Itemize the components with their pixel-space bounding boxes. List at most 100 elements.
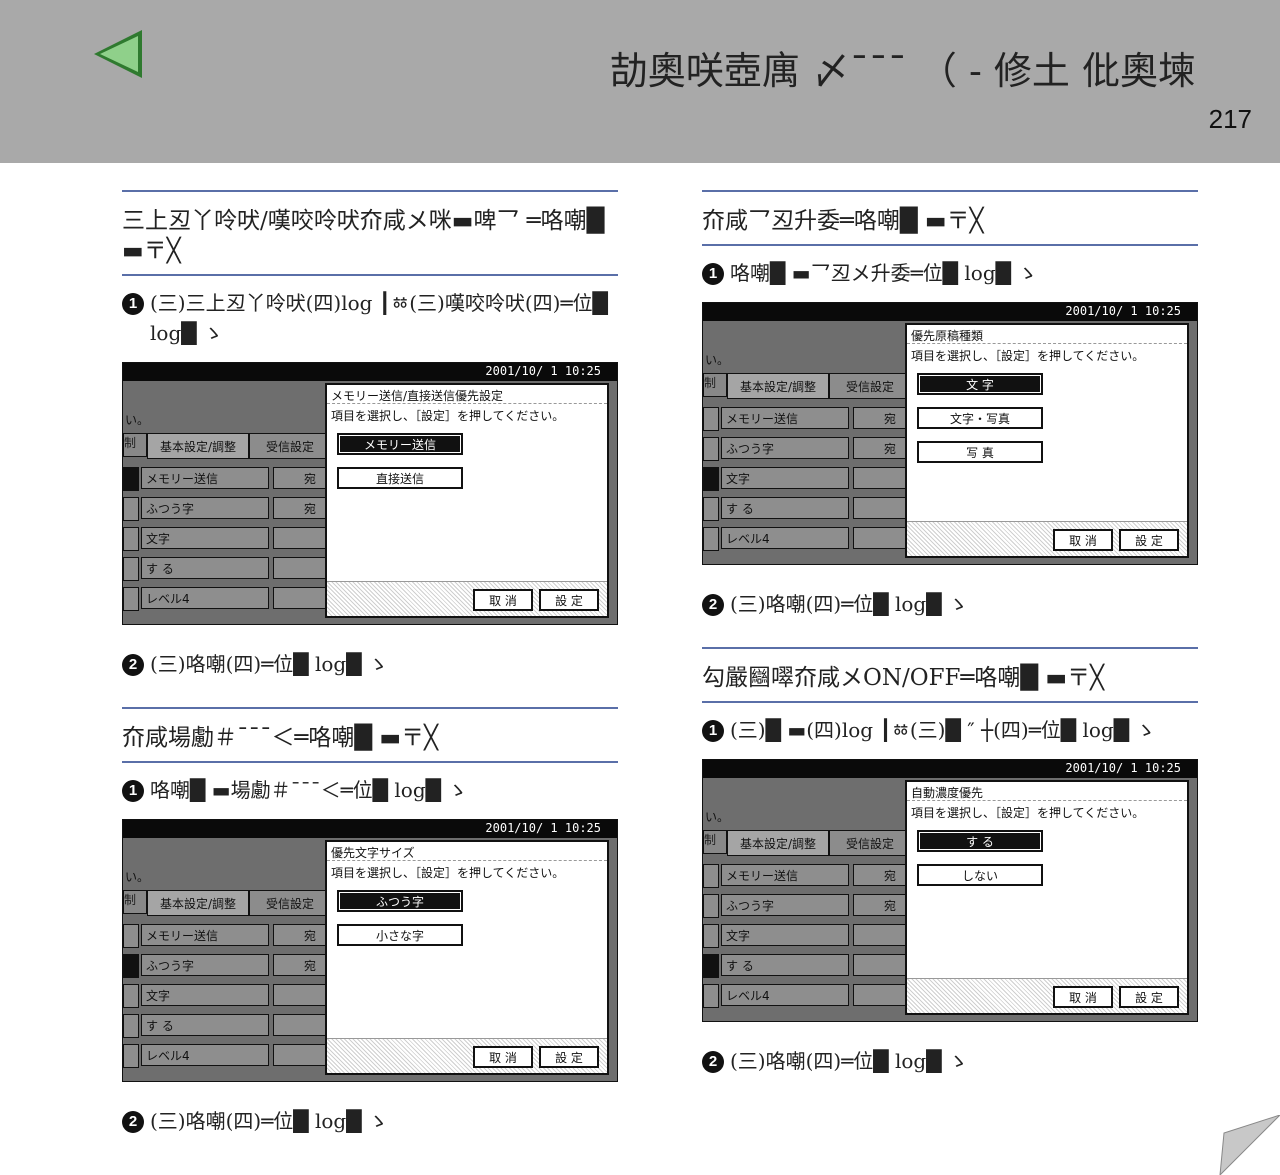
dialog-divider <box>327 403 607 404</box>
setting-value-button[interactable]: 宛 <box>273 924 327 946</box>
setting-row-button[interactable]: す る <box>721 497 849 519</box>
setting-value-button[interactable]: 宛 <box>853 437 907 459</box>
step-1: 1 (三)三上丒丫呤吠(四)log ┃ㆅ(三)嘆咬呤吠(四)═位█ log█ ゝ <box>122 288 618 348</box>
setting-value-button[interactable] <box>853 924 907 946</box>
cancel-button[interactable]: 取 消 <box>1053 529 1113 551</box>
setting-value-button[interactable] <box>853 527 907 549</box>
row-selector[interactable] <box>123 924 139 948</box>
row-selector[interactable] <box>703 407 719 431</box>
row-selector[interactable] <box>123 1014 139 1038</box>
setting-value-button[interactable] <box>273 587 327 609</box>
setting-value-button[interactable] <box>853 497 907 519</box>
dialog-option-button[interactable]: 文字・写真 <box>917 407 1043 429</box>
row-selector[interactable] <box>123 954 139 978</box>
cancel-button[interactable]: 取 消 <box>473 589 533 611</box>
setting-value-button[interactable] <box>273 1044 327 1066</box>
dialog-option-button[interactable]: 写 真 <box>917 441 1043 463</box>
step-text: (三)三上丒丫呤吠(四)log ┃ㆅ(三)嘆咬呤吠(四)═位█ log█ ゝ <box>150 291 608 345</box>
ok-button[interactable]: 設 定 <box>539 589 599 611</box>
row-selector[interactable] <box>123 1044 139 1068</box>
setting-row-button[interactable]: 文字 <box>141 527 269 549</box>
panel-screenshot: 2001/10/ 1 10:25 い。制基本設定/調整 受信設定 メモリー送信宛ふつう… <box>122 819 618 1082</box>
setting-row-button[interactable]: レベル4 <box>721 527 849 549</box>
tab-receive-settings[interactable]: 受信設定 <box>829 830 911 856</box>
dialog-option-button[interactable]: メモリー送信 <box>337 433 463 455</box>
row-selector[interactable] <box>703 954 719 978</box>
section-heading: 夼咸乛丒升委═咯嘲█ ▬〒╳ <box>702 190 1198 246</box>
row-selector[interactable] <box>703 924 719 948</box>
row-selector[interactable] <box>123 497 139 521</box>
row-selector[interactable] <box>123 557 139 581</box>
setting-row-button[interactable]: メモリー送信 <box>141 467 269 489</box>
setting-value-button[interactable] <box>853 954 907 976</box>
setting-value-button[interactable] <box>273 557 327 579</box>
setting-value-button[interactable]: 宛 <box>853 407 907 429</box>
setting-value-button[interactable]: 宛 <box>853 894 907 916</box>
dialog-option-button[interactable]: 直接送信 <box>337 467 463 489</box>
setting-row-button[interactable]: メモリー送信 <box>141 924 269 946</box>
setting-row-button[interactable]: メモリー送信 <box>721 864 849 886</box>
tab-receive-settings[interactable]: 受信設定 <box>249 433 331 459</box>
row-selector[interactable] <box>703 497 719 521</box>
tab-basic-settings[interactable]: 基本設定/調整 <box>727 373 829 399</box>
setting-value-button[interactable] <box>273 527 327 549</box>
row-selector[interactable] <box>703 894 719 918</box>
dialog-option-button[interactable]: す る <box>917 830 1043 852</box>
row-selector[interactable] <box>703 467 719 491</box>
setting-value-button[interactable]: 宛 <box>853 864 907 886</box>
row-selector[interactable] <box>703 984 719 1008</box>
dialog-option-button[interactable]: 文 字 <box>917 373 1043 395</box>
setting-row-button[interactable]: レベル4 <box>141 1044 269 1066</box>
dialog-option-button[interactable]: ふつう字 <box>337 890 463 912</box>
setting-row-button[interactable]: ふつう字 <box>141 954 269 976</box>
ok-button[interactable]: 設 定 <box>1119 986 1179 1008</box>
row-selector[interactable] <box>703 527 719 551</box>
dialog-title: 自動濃度優先 <box>911 786 984 800</box>
ok-button[interactable]: 設 定 <box>1119 529 1179 551</box>
tab-basic-settings[interactable]: 基本設定/調整 <box>147 433 249 459</box>
setting-row-button[interactable]: す る <box>141 1014 269 1036</box>
row-selector[interactable] <box>703 437 719 461</box>
setting-value-button[interactable] <box>853 467 907 489</box>
tab-clipped[interactable]: 制 <box>703 373 727 397</box>
tab-receive-settings[interactable]: 受信設定 <box>829 373 911 399</box>
row-selector[interactable] <box>123 467 139 491</box>
prompt-tail: い。 <box>125 870 150 884</box>
setting-row-button[interactable]: ふつう字 <box>141 497 269 519</box>
setting-row-button[interactable]: す る <box>721 954 849 976</box>
setting-value-button[interactable]: 宛 <box>273 497 327 519</box>
cancel-button[interactable]: 取 消 <box>473 1046 533 1068</box>
tab-clipped[interactable]: 制 <box>703 830 727 854</box>
setting-value-button[interactable] <box>853 984 907 1006</box>
setting-value-button[interactable]: 宛 <box>273 954 327 976</box>
setting-value-button[interactable] <box>273 984 327 1006</box>
setting-value-button[interactable]: 宛 <box>273 467 327 489</box>
tab-clipped[interactable]: 制 <box>123 433 147 457</box>
cancel-button[interactable]: 取 消 <box>1053 986 1113 1008</box>
row-selector[interactable] <box>123 984 139 1008</box>
tab-basic-settings[interactable]: 基本設定/調整 <box>147 890 249 916</box>
tab-clipped[interactable]: 制 <box>123 890 147 914</box>
step-number-1: 1 <box>122 780 144 802</box>
tab-receive-settings[interactable]: 受信設定 <box>249 890 331 916</box>
setting-row-button[interactable]: メモリー送信 <box>721 407 849 429</box>
row-selector[interactable] <box>123 587 139 611</box>
row-selector[interactable] <box>703 864 719 888</box>
setting-row-button[interactable]: ふつう字 <box>721 894 849 916</box>
setting-row-button[interactable]: 文字 <box>721 924 849 946</box>
ok-button[interactable]: 設 定 <box>539 1046 599 1068</box>
back-arrow-icon[interactable] <box>92 28 144 80</box>
setting-row-button[interactable]: す る <box>141 557 269 579</box>
setting-value-button[interactable] <box>273 1014 327 1036</box>
setting-row-button[interactable]: 文字 <box>141 984 269 1006</box>
dialog-option-button[interactable]: しない <box>917 864 1043 886</box>
row-selector[interactable] <box>123 527 139 551</box>
setting-row-button[interactable]: レベル4 <box>141 587 269 609</box>
setting-row-button[interactable]: ふつう字 <box>721 437 849 459</box>
setting-row-button[interactable]: 文字 <box>721 467 849 489</box>
step-text: (三)咯嘲(四)═位█ log█ ゝ <box>730 1049 968 1073</box>
dialog-divider <box>327 860 607 861</box>
setting-row-button[interactable]: レベル4 <box>721 984 849 1006</box>
tab-basic-settings[interactable]: 基本設定/調整 <box>727 830 829 856</box>
dialog-option-button[interactable]: 小さな字 <box>337 924 463 946</box>
